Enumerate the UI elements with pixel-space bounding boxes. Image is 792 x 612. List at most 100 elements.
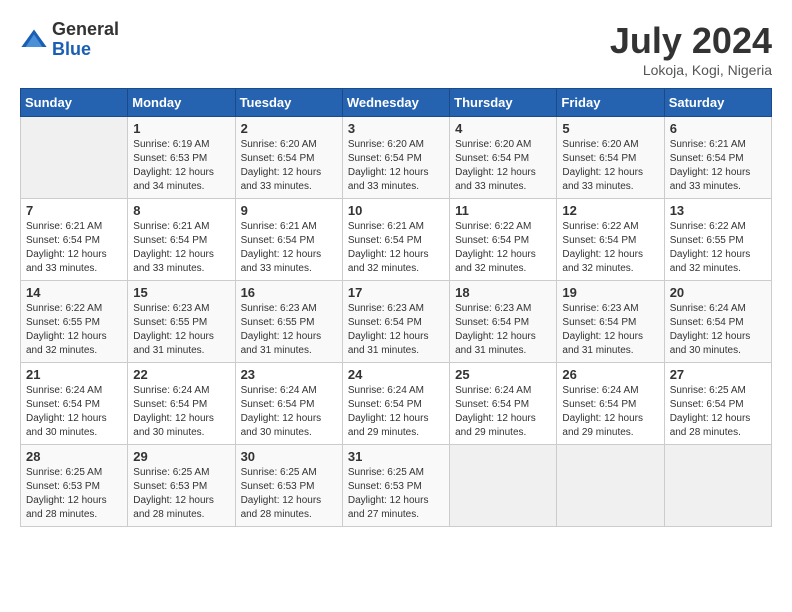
day-cell: 6 Sunrise: 6:21 AMSunset: 6:54 PMDaylight… bbox=[664, 117, 771, 199]
day-cell: 27 Sunrise: 6:25 AMSunset: 6:54 PMDayligh… bbox=[664, 363, 771, 445]
day-number: 22 bbox=[133, 367, 229, 382]
logo-general: General bbox=[52, 20, 119, 40]
day-info: Sunrise: 6:24 AMSunset: 6:54 PMDaylight:… bbox=[562, 384, 658, 440]
day-number: 5 bbox=[562, 121, 658, 136]
day-info: Sunrise: 6:20 AMSunset: 6:54 PMDaylight:… bbox=[241, 138, 337, 194]
day-cell bbox=[664, 445, 771, 527]
day-info: Sunrise: 6:23 AMSunset: 6:55 PMDaylight:… bbox=[133, 302, 229, 358]
week-row-1: 1 Sunrise: 6:19 AMSunset: 6:53 PMDaylight… bbox=[21, 117, 772, 199]
day-info: Sunrise: 6:24 AMSunset: 6:54 PMDaylight:… bbox=[133, 384, 229, 440]
header-cell-wednesday: Wednesday bbox=[342, 89, 449, 117]
day-cell: 2 Sunrise: 6:20 AMSunset: 6:54 PMDaylight… bbox=[235, 117, 342, 199]
day-cell: 22 Sunrise: 6:24 AMSunset: 6:54 PMDayligh… bbox=[128, 363, 235, 445]
day-info: Sunrise: 6:21 AMSunset: 6:54 PMDaylight:… bbox=[670, 138, 766, 194]
day-number: 8 bbox=[133, 203, 229, 218]
day-cell: 11 Sunrise: 6:22 AMSunset: 6:54 PMDayligh… bbox=[450, 199, 557, 281]
day-cell: 15Sunrise: 6:23 AMSunset: 6:55 PMDayligh… bbox=[128, 281, 235, 363]
header-cell-sunday: Sunday bbox=[21, 89, 128, 117]
day-cell: 17 Sunrise: 6:23 AMSunset: 6:54 PMDayligh… bbox=[342, 281, 449, 363]
day-cell: 20 Sunrise: 6:24 AMSunset: 6:54 PMDayligh… bbox=[664, 281, 771, 363]
day-number: 14 bbox=[26, 285, 122, 300]
day-info: Sunrise: 6:25 AMSunset: 6:54 PMDaylight:… bbox=[670, 384, 766, 440]
header-cell-monday: Monday bbox=[128, 89, 235, 117]
calendar-body: 1 Sunrise: 6:19 AMSunset: 6:53 PMDaylight… bbox=[21, 117, 772, 527]
day-cell: 3Sunrise: 6:20 AMSunset: 6:54 PMDaylight… bbox=[342, 117, 449, 199]
day-info: Sunrise: 6:20 AMSunset: 6:54 PMDaylight:… bbox=[562, 138, 658, 194]
day-cell: 25 Sunrise: 6:24 AMSunset: 6:54 PMDayligh… bbox=[450, 363, 557, 445]
day-number: 12 bbox=[562, 203, 658, 218]
day-info: Sunrise: 6:23 AMSunset: 6:54 PMDaylight:… bbox=[455, 302, 551, 358]
day-info: Sunrise: 6:21 AMSunset: 6:54 PMDaylight:… bbox=[133, 220, 229, 276]
day-info: Sunrise: 6:24 AMSunset: 6:54 PMDaylight:… bbox=[26, 384, 122, 440]
day-info: Sunrise: 6:25 AMSunset: 6:53 PMDaylight:… bbox=[241, 466, 337, 522]
logo-blue: Blue bbox=[52, 40, 119, 60]
title-area: July 2024 Lokoja, Kogi, Nigeria bbox=[610, 20, 772, 78]
day-info: Sunrise: 6:23 AMSunset: 6:54 PMDaylight:… bbox=[348, 302, 444, 358]
day-cell: 29Sunrise: 6:25 AMSunset: 6:53 PMDayligh… bbox=[128, 445, 235, 527]
day-info: Sunrise: 6:20 AMSunset: 6:54 PMDaylight:… bbox=[455, 138, 551, 194]
location: Lokoja, Kogi, Nigeria bbox=[610, 62, 772, 78]
day-cell: 7Sunrise: 6:21 AMSunset: 6:54 PMDaylight… bbox=[21, 199, 128, 281]
day-cell: 21Sunrise: 6:24 AMSunset: 6:54 PMDayligh… bbox=[21, 363, 128, 445]
day-number: 10 bbox=[348, 203, 444, 218]
day-cell: 19 Sunrise: 6:23 AMSunset: 6:54 PMDayligh… bbox=[557, 281, 664, 363]
logo-icon bbox=[20, 26, 48, 54]
day-info: Sunrise: 6:22 AMSunset: 6:54 PMDaylight:… bbox=[562, 220, 658, 276]
day-number: 1 bbox=[133, 121, 229, 136]
day-info: Sunrise: 6:22 AMSunset: 6:55 PMDaylight:… bbox=[26, 302, 122, 358]
day-number: 19 bbox=[562, 285, 658, 300]
header-cell-saturday: Saturday bbox=[664, 89, 771, 117]
day-info: Sunrise: 6:21 AMSunset: 6:54 PMDaylight:… bbox=[348, 220, 444, 276]
week-row-2: 7 Sunrise: 6:21 AMSunset: 6:54 PMDaylight… bbox=[21, 199, 772, 281]
logo: General Blue bbox=[20, 20, 119, 60]
header-cell-thursday: Thursday bbox=[450, 89, 557, 117]
day-cell: 13Sunrise: 6:22 AMSunset: 6:55 PMDayligh… bbox=[664, 199, 771, 281]
day-info: Sunrise: 6:21 AMSunset: 6:54 PMDaylight:… bbox=[241, 220, 337, 276]
day-number: 17 bbox=[348, 285, 444, 300]
day-number: 6 bbox=[670, 121, 766, 136]
day-number: 16 bbox=[241, 285, 337, 300]
day-number: 13 bbox=[670, 203, 766, 218]
day-info: Sunrise: 6:24 AMSunset: 6:54 PMDaylight:… bbox=[455, 384, 551, 440]
day-number: 4 bbox=[455, 121, 551, 136]
day-cell: 9 Sunrise: 6:21 AMSunset: 6:54 PMDaylight… bbox=[235, 199, 342, 281]
day-info: Sunrise: 6:25 AMSunset: 6:53 PMDaylight:… bbox=[133, 466, 229, 522]
day-info: Sunrise: 6:20 AMSunset: 6:54 PMDaylight:… bbox=[348, 138, 444, 194]
day-number: 26 bbox=[562, 367, 658, 382]
day-cell: 23Sunrise: 6:24 AMSunset: 6:54 PMDayligh… bbox=[235, 363, 342, 445]
day-cell: 5 Sunrise: 6:20 AMSunset: 6:54 PMDaylight… bbox=[557, 117, 664, 199]
day-cell: 8 Sunrise: 6:21 AMSunset: 6:54 PMDaylight… bbox=[128, 199, 235, 281]
day-cell: 26 Sunrise: 6:24 AMSunset: 6:54 PMDayligh… bbox=[557, 363, 664, 445]
day-cell: 24 Sunrise: 6:24 AMSunset: 6:54 PMDayligh… bbox=[342, 363, 449, 445]
day-info: Sunrise: 6:22 AMSunset: 6:54 PMDaylight:… bbox=[455, 220, 551, 276]
day-cell: 18Sunrise: 6:23 AMSunset: 6:54 PMDayligh… bbox=[450, 281, 557, 363]
day-number: 28 bbox=[26, 449, 122, 464]
month-title: July 2024 bbox=[610, 20, 772, 62]
day-number: 25 bbox=[455, 367, 551, 382]
day-number: 9 bbox=[241, 203, 337, 218]
day-info: Sunrise: 6:24 AMSunset: 6:54 PMDaylight:… bbox=[670, 302, 766, 358]
day-cell: 4 Sunrise: 6:20 AMSunset: 6:54 PMDaylight… bbox=[450, 117, 557, 199]
day-info: Sunrise: 6:19 AMSunset: 6:53 PMDaylight:… bbox=[133, 138, 229, 194]
day-number: 30 bbox=[241, 449, 337, 464]
day-cell: 10 Sunrise: 6:21 AMSunset: 6:54 PMDayligh… bbox=[342, 199, 449, 281]
day-number: 20 bbox=[670, 285, 766, 300]
day-info: Sunrise: 6:25 AMSunset: 6:53 PMDaylight:… bbox=[26, 466, 122, 522]
day-info: Sunrise: 6:23 AMSunset: 6:54 PMDaylight:… bbox=[562, 302, 658, 358]
header-cell-tuesday: Tuesday bbox=[235, 89, 342, 117]
day-cell bbox=[21, 117, 128, 199]
day-info: Sunrise: 6:23 AMSunset: 6:55 PMDaylight:… bbox=[241, 302, 337, 358]
week-row-5: 28 Sunrise: 6:25 AMSunset: 6:53 PMDayligh… bbox=[21, 445, 772, 527]
day-number: 27 bbox=[670, 367, 766, 382]
day-number: 24 bbox=[348, 367, 444, 382]
day-info: Sunrise: 6:24 AMSunset: 6:54 PMDaylight:… bbox=[241, 384, 337, 440]
day-number: 11 bbox=[455, 203, 551, 218]
day-info: Sunrise: 6:25 AMSunset: 6:53 PMDaylight:… bbox=[348, 466, 444, 522]
week-row-3: 14 Sunrise: 6:22 AMSunset: 6:55 PMDayligh… bbox=[21, 281, 772, 363]
day-number: 7 bbox=[26, 203, 122, 218]
day-cell: 14 Sunrise: 6:22 AMSunset: 6:55 PMDayligh… bbox=[21, 281, 128, 363]
calendar-table: SundayMondayTuesdayWednesdayThursdayFrid… bbox=[20, 88, 772, 527]
day-number: 2 bbox=[241, 121, 337, 136]
day-info: Sunrise: 6:24 AMSunset: 6:54 PMDaylight:… bbox=[348, 384, 444, 440]
day-number: 31 bbox=[348, 449, 444, 464]
